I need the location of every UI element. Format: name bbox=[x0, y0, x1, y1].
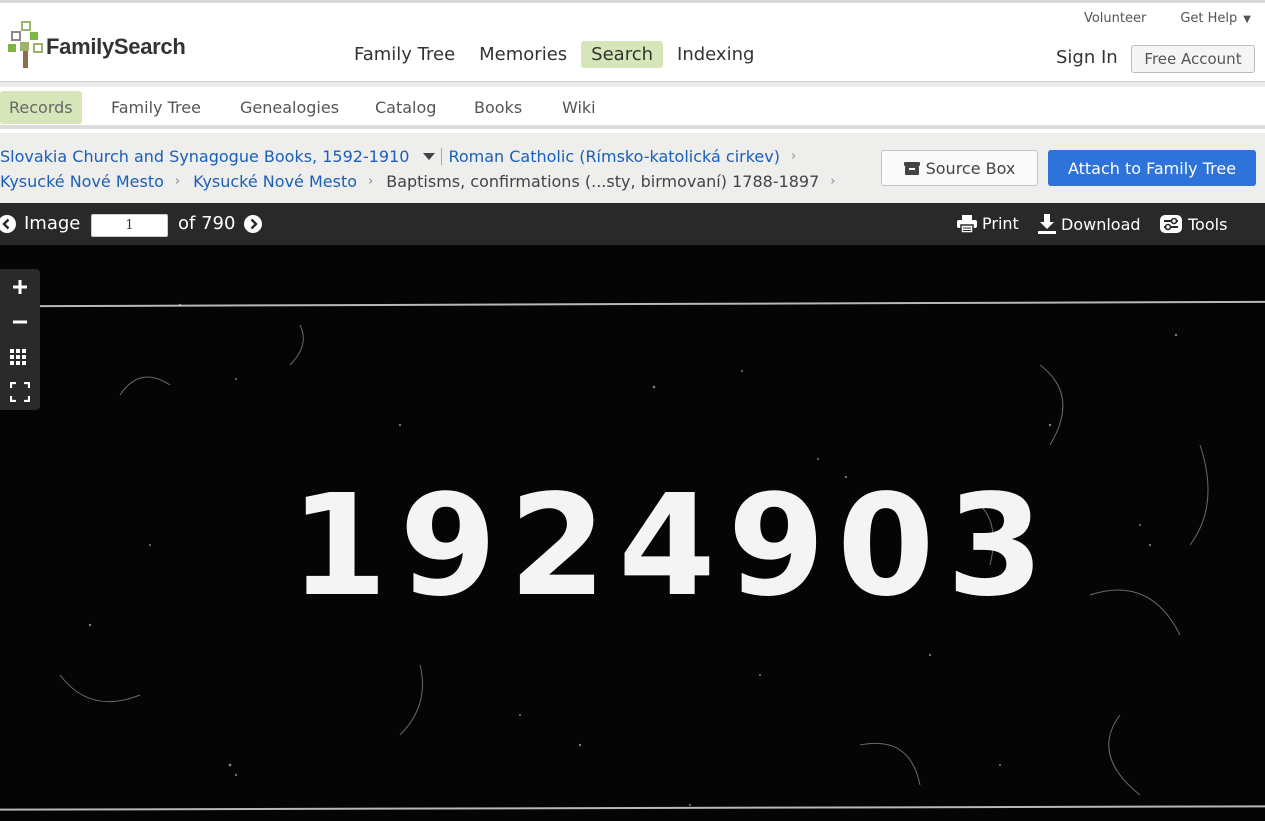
chevron-left-icon bbox=[2, 218, 10, 230]
chevron-right-icon: › bbox=[174, 174, 181, 189]
print-label: Print bbox=[982, 214, 1019, 233]
tools-button[interactable]: Tools bbox=[1159, 214, 1227, 234]
source-box-button[interactable]: Source Box bbox=[881, 150, 1038, 186]
breadcrumb-row-1: Slovakia Church and Synagogue Books, 159… bbox=[0, 147, 809, 166]
subnav-catalog[interactable]: Catalog bbox=[366, 91, 445, 124]
print-button[interactable]: Print bbox=[957, 214, 1019, 233]
plus-icon bbox=[13, 279, 27, 294]
chevron-right-icon: › bbox=[368, 174, 374, 189]
record-image-viewport[interactable]: 1924903 bbox=[0, 245, 1265, 821]
chevron-right-icon bbox=[250, 218, 258, 230]
minus-icon bbox=[13, 320, 27, 323]
download-label: Download bbox=[1061, 214, 1141, 234]
get-help-link[interactable]: Get Help ▼ bbox=[1180, 11, 1251, 26]
tools-label: Tools bbox=[1188, 214, 1228, 234]
download-icon bbox=[1038, 214, 1056, 234]
attach-to-family-tree-button[interactable]: Attach to Family Tree bbox=[1048, 150, 1256, 186]
gallery-view-button[interactable] bbox=[0, 339, 40, 374]
fullscreen-button[interactable] bbox=[0, 374, 40, 409]
printer-icon bbox=[957, 214, 977, 233]
tree-logo-icon bbox=[8, 21, 43, 68]
site-header: FamilySearch Volunteer Get Help ▼ Family … bbox=[0, 3, 1265, 82]
breadcrumb-district[interactable]: Kysucké Nové Mesto bbox=[0, 172, 164, 191]
chevron-right-icon: › bbox=[830, 174, 836, 189]
zoom-controls bbox=[0, 269, 40, 410]
image-number-input[interactable]: 1 bbox=[91, 214, 168, 237]
nav-search[interactable]: Search bbox=[581, 41, 664, 68]
next-image-button[interactable] bbox=[244, 215, 262, 233]
dropdown-caret-icon[interactable] bbox=[423, 153, 436, 160]
nav-family-tree[interactable]: Family Tree bbox=[344, 41, 465, 68]
sign-in-link[interactable]: Sign In bbox=[1056, 47, 1118, 68]
subnav-books[interactable]: Books bbox=[465, 91, 531, 124]
download-button[interactable]: Download bbox=[1038, 214, 1141, 234]
chevron-down-icon: ▼ bbox=[1243, 14, 1251, 25]
zoom-out-button[interactable] bbox=[0, 304, 40, 339]
divider bbox=[441, 148, 443, 165]
previous-image-button[interactable] bbox=[0, 215, 16, 233]
subnav-family-tree[interactable]: Family Tree bbox=[102, 91, 210, 124]
breadcrumb-religion[interactable]: Roman Catholic (Rímsko-katolická cirkev) bbox=[448, 147, 780, 166]
logo-wordmark: FamilySearch bbox=[46, 34, 186, 59]
image-label: Image bbox=[24, 213, 81, 234]
breadcrumb-row-2: Kysucké Nové Mesto › Kysucké Nové Mesto … bbox=[0, 172, 849, 191]
fullscreen-icon bbox=[10, 381, 30, 402]
sub-nav: Records Family Tree Genealogies Catalog … bbox=[0, 87, 1265, 129]
free-account-button[interactable]: Free Account bbox=[1131, 45, 1255, 73]
image-viewer-toolbar: Image 1 of 790 Print Download Tools bbox=[0, 203, 1265, 245]
source-box-label: Source Box bbox=[925, 158, 1016, 178]
breadcrumb-volume: Baptisms, confirmations (...sty, birmova… bbox=[386, 172, 820, 191]
nav-memories[interactable]: Memories bbox=[469, 41, 577, 68]
familysearch-logo[interactable]: FamilySearch bbox=[8, 19, 186, 71]
volunteer-link[interactable]: Volunteer bbox=[1084, 11, 1146, 26]
breadcrumb-collection[interactable]: Slovakia Church and Synagogue Books, 159… bbox=[0, 147, 409, 166]
breadcrumb-parish[interactable]: Kysucké Nové Mesto bbox=[193, 172, 357, 191]
utility-nav: Volunteer Get Help ▼ bbox=[1084, 11, 1251, 26]
archive-box-icon bbox=[903, 161, 920, 175]
chevron-right-icon: › bbox=[790, 149, 797, 164]
subnav-genealogies[interactable]: Genealogies bbox=[231, 91, 348, 124]
get-help-label: Get Help bbox=[1180, 11, 1238, 26]
grid-icon bbox=[10, 348, 26, 365]
film-image-number: 1924903 bbox=[290, 465, 1056, 628]
main-nav: Family Tree Memories Search Indexing bbox=[344, 41, 764, 68]
zoom-in-button[interactable] bbox=[0, 269, 40, 304]
subnav-wiki[interactable]: Wiki bbox=[553, 91, 605, 124]
sliders-icon bbox=[1160, 215, 1182, 233]
subnav-records[interactable]: Records bbox=[0, 91, 82, 124]
breadcrumb-bar: Slovakia Church and Synagogue Books, 159… bbox=[0, 133, 1265, 203]
nav-indexing[interactable]: Indexing bbox=[667, 41, 764, 68]
image-count: of 790 bbox=[178, 213, 236, 234]
